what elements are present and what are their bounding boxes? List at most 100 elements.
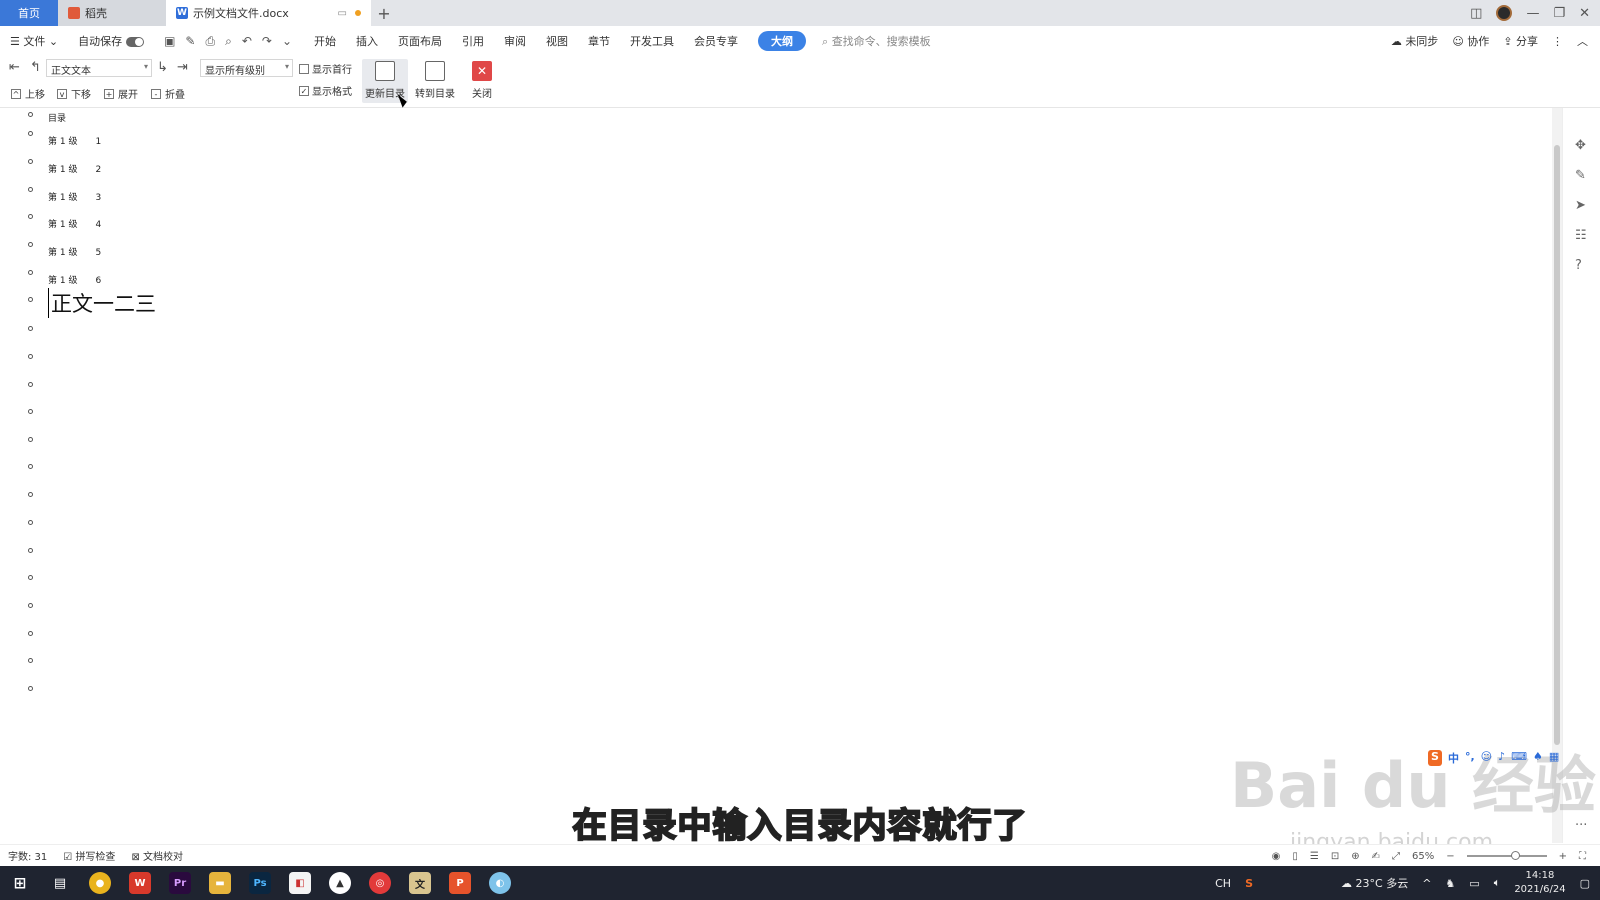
outline-bullet[interactable] xyxy=(28,464,33,469)
menu-insert[interactable]: 插入 xyxy=(356,33,378,49)
photoshop-icon[interactable]: Ps xyxy=(249,872,271,894)
system-clock[interactable]: 14:18 2021/6/24 xyxy=(1514,869,1565,897)
promote-to-heading-icon[interactable]: ⇤ xyxy=(9,60,20,75)
file-explorer-icon[interactable]: ▬ xyxy=(209,872,231,894)
menu-view[interactable]: 视图 xyxy=(546,33,568,49)
promote-icon[interactable]: ↰ xyxy=(30,60,41,75)
zoom-in-icon[interactable]: + xyxy=(1559,851,1567,862)
tray-expand-icon[interactable]: ^ xyxy=(1422,877,1431,890)
undo-icon[interactable]: ↶ xyxy=(242,34,252,49)
wps-icon[interactable]: W xyxy=(129,872,151,894)
menu-start[interactable]: 开始 xyxy=(314,33,336,49)
monitor-icon[interactable]: ▭ xyxy=(338,8,347,19)
zoom-level[interactable]: 65% xyxy=(1412,851,1434,862)
outline-bullet[interactable] xyxy=(28,112,33,117)
volume-icon[interactable]: 🔈︎ xyxy=(1494,876,1501,890)
zoom-out-icon[interactable]: − xyxy=(1446,851,1454,862)
close-window-icon[interactable]: ✕ xyxy=(1579,6,1590,21)
collapse-ribbon-icon[interactable]: ︿ xyxy=(1577,33,1588,49)
more-chevron-down-icon[interactable]: ⌄ xyxy=(282,34,292,49)
move-down-button[interactable]: v 下移 xyxy=(57,86,91,101)
write-view-icon[interactable]: ✍ xyxy=(1372,851,1380,862)
menu-outline-active[interactable]: 大纲 xyxy=(758,31,807,51)
outline-bullet[interactable] xyxy=(28,354,33,359)
print-icon[interactable]: ⎙ xyxy=(205,34,215,49)
toc-entry[interactable]: 第 1 级3 xyxy=(48,190,101,203)
fullscreen-icon[interactable]: ⛶ xyxy=(1579,851,1586,862)
notification-icon[interactable]: ▢ xyxy=(1580,877,1590,890)
outline-bullet[interactable] xyxy=(28,297,33,302)
layout-icon[interactable]: ◫ xyxy=(1470,6,1482,21)
toc-entry[interactable]: 第 1 级2 xyxy=(48,162,101,175)
expand-button[interactable]: + 展开 xyxy=(104,86,138,101)
task-view-icon[interactable]: ▤ xyxy=(49,872,71,894)
document-canvas[interactable]: 目录 第 1 级1 第 1 级2 第 1 级3 第 1 级4 第 1 级5 第 … xyxy=(0,108,1552,843)
windows-start-icon[interactable]: ⊞ xyxy=(9,872,31,894)
toc-entry[interactable]: 第 1 级6 xyxy=(48,273,101,286)
globe-icon[interactable]: ⊕ xyxy=(1351,851,1359,862)
tab-document[interactable]: W 示例文档文件.docx ▭ xyxy=(166,0,371,26)
scrollbar-thumb[interactable] xyxy=(1554,145,1560,745)
presentation-app-icon[interactable]: P xyxy=(449,872,471,894)
show-format-checkbox[interactable]: ✓ 显示格式 xyxy=(299,83,352,98)
outline-bullet[interactable] xyxy=(28,214,33,219)
save-icon[interactable]: ▣ xyxy=(164,34,175,49)
share-button[interactable]: ⇪ 分享 xyxy=(1503,33,1538,49)
new-tab-plus-icon[interactable]: + xyxy=(371,0,397,26)
menu-review[interactable]: 审阅 xyxy=(504,33,526,49)
web-view-icon[interactable]: ⊡ xyxy=(1331,851,1339,862)
menu-developer[interactable]: 开发工具 xyxy=(630,33,674,49)
toc-entry[interactable]: 第 1 级1 xyxy=(48,134,101,147)
tray-app-icon[interactable]: ♞ xyxy=(1445,877,1455,890)
outline-bullet[interactable] xyxy=(28,242,33,247)
chrome-icon[interactable]: ● xyxy=(89,872,111,894)
demote-icon[interactable]: ↳ xyxy=(157,60,168,75)
body-paragraph[interactable]: 正文一二三 xyxy=(48,288,156,318)
novel-app-icon[interactable]: 文 xyxy=(409,872,431,894)
move-up-button[interactable]: ^ 上移 xyxy=(11,86,45,101)
outline-bullet[interactable] xyxy=(28,326,33,331)
level-select[interactable]: 显示所有级别 xyxy=(200,59,293,77)
close-outline-button[interactable]: ✕ 关闭 xyxy=(459,59,505,103)
outline-bullet[interactable] xyxy=(28,437,33,442)
outline-bullet[interactable] xyxy=(28,686,33,691)
outline-bullet[interactable] xyxy=(28,270,33,275)
outline-bullet[interactable] xyxy=(28,658,33,663)
more-vertical-icon[interactable]: ⋮ xyxy=(1552,35,1563,48)
office-icon[interactable]: ◧ xyxy=(289,872,311,894)
zoom-slider[interactable] xyxy=(1466,851,1547,860)
navigation-app-icon[interactable]: ▲ xyxy=(329,872,351,894)
help-icon[interactable]: ? xyxy=(1575,258,1582,273)
restore-icon[interactable]: ❐ xyxy=(1553,6,1565,21)
outline-bullet[interactable] xyxy=(28,492,33,497)
input-language[interactable]: CH xyxy=(1215,877,1231,890)
ime-toolbar[interactable]: S 中 °, ☺ ♪ ⌨ ♠ ▦ xyxy=(1428,750,1559,766)
tab-home[interactable]: 首页 xyxy=(0,0,58,26)
format-painter-icon[interactable]: ✎ xyxy=(185,34,195,49)
outline-bullet[interactable] xyxy=(28,631,33,636)
select-pointer-icon[interactable]: ➤ xyxy=(1575,198,1586,213)
menu-member[interactable]: 会员专享 xyxy=(694,33,738,49)
toc-entry[interactable]: 第 1 级4 xyxy=(48,217,101,230)
minimize-icon[interactable]: — xyxy=(1526,6,1539,21)
style-panel-icon[interactable]: ✥ xyxy=(1575,138,1586,153)
goto-toc-button[interactable]: 转到目录 xyxy=(412,59,458,103)
collab-button[interactable]: ☺ 协作 xyxy=(1452,33,1489,49)
eye-protect-icon[interactable]: ◉ xyxy=(1272,851,1281,862)
netease-music-icon[interactable]: ◎ xyxy=(369,872,391,894)
outline-bullet[interactable] xyxy=(28,520,33,525)
menu-section[interactable]: 章节 xyxy=(588,33,610,49)
outline-bullet[interactable] xyxy=(28,131,33,136)
weather-widget[interactable]: ☁ 23°C 多云 xyxy=(1341,875,1408,891)
show-first-line-checkbox[interactable]: 显示首行 xyxy=(299,61,352,76)
collapse-button[interactable]: - 折叠 xyxy=(151,86,185,101)
outline-bullet[interactable] xyxy=(28,548,33,553)
tab-draft[interactable]: 稻壳 xyxy=(58,0,166,26)
outline-bullet[interactable] xyxy=(28,382,33,387)
command-search[interactable]: ⌕ 查找命令、搜索模板 xyxy=(822,33,931,49)
settings-sliders-icon[interactable]: ☷ xyxy=(1575,228,1587,243)
sogou-tray-icon[interactable]: S xyxy=(1245,877,1253,890)
fit-icon[interactable]: ⤢ xyxy=(1392,851,1400,862)
browser-icon[interactable]: ◐ xyxy=(489,872,511,894)
redo-icon[interactable]: ↷ xyxy=(262,34,272,49)
